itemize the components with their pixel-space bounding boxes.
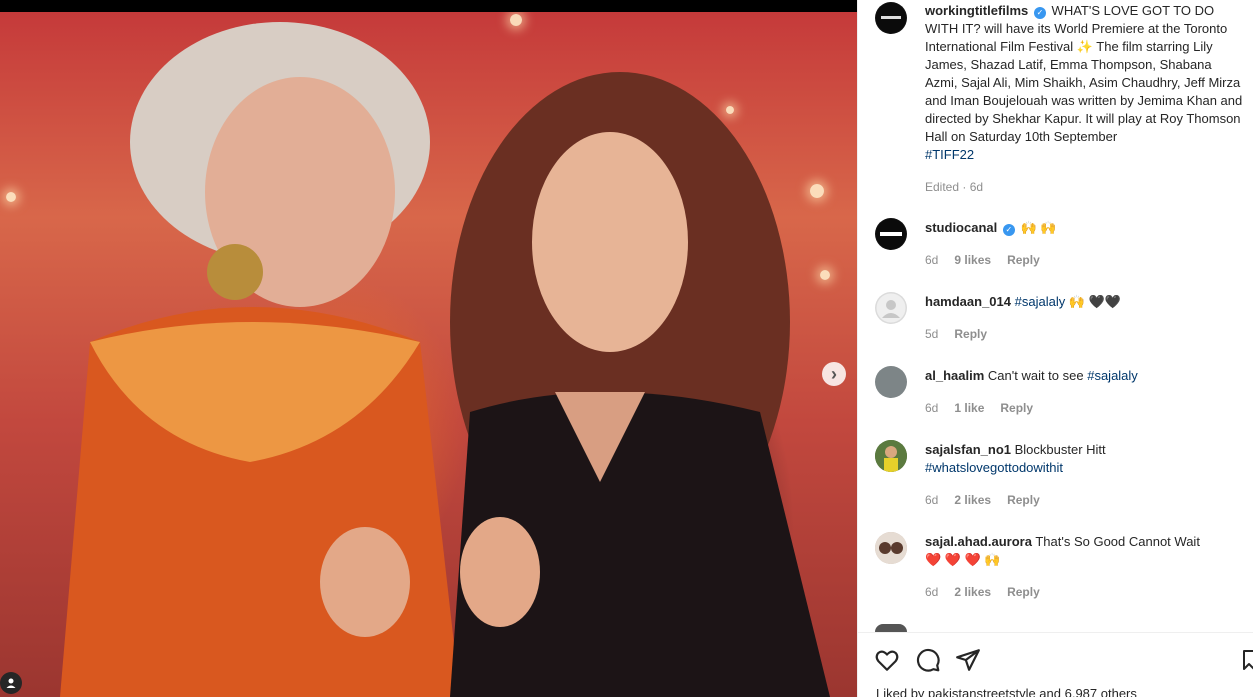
next-image-button[interactable]: › bbox=[822, 362, 846, 386]
comment-icon[interactable] bbox=[915, 647, 941, 673]
comment-meta: 6d 1 like Reply bbox=[925, 401, 1033, 415]
comment-emoji: ❤️ ❤️ ❤️ 🙌 bbox=[925, 552, 1001, 567]
verified-icon: ✓ bbox=[1002, 224, 1015, 236]
avatar[interactable] bbox=[875, 218, 907, 250]
comment-hashtag[interactable]: #whatslovegottodowithit bbox=[925, 460, 1063, 475]
comment-likes[interactable]: 9 likes bbox=[954, 253, 991, 267]
avatar[interactable] bbox=[875, 440, 907, 472]
right-woman-face bbox=[532, 132, 688, 352]
comment-meta: 6d 9 likes Reply bbox=[925, 253, 1040, 267]
comment-username[interactable]: studiocanal bbox=[925, 220, 997, 235]
comment-username[interactable]: al_haalim bbox=[925, 368, 984, 383]
comment-text: Blockbuster Hitt bbox=[1014, 442, 1106, 457]
comment: hamdaan_014 #sajalaly 🙌 🖤🖤 bbox=[925, 293, 1243, 311]
liked-by-label[interactable]: Liked by pakistanstreetstyle and 6,987 o… bbox=[876, 686, 1137, 697]
comment-time: 5d bbox=[925, 327, 939, 341]
caption-text: WHAT'S LOVE GOT TO DO WITH IT? will have… bbox=[925, 3, 1243, 144]
reply-button[interactable]: Reply bbox=[954, 327, 987, 341]
share-icon[interactable] bbox=[955, 647, 981, 673]
comment-meta: 6d 2 likes Reply bbox=[925, 585, 1040, 599]
comment-username[interactable]: hamdaan_014 bbox=[925, 294, 1011, 309]
comment-meta: 5d Reply bbox=[925, 327, 987, 341]
comment-likes[interactable]: 2 likes bbox=[954, 585, 991, 599]
comment-time: 6d bbox=[925, 585, 939, 599]
comments-panel: workingtitlefilms ✓ WHAT'S LOVE GOT TO D… bbox=[857, 0, 1253, 697]
reply-button[interactable]: Reply bbox=[1007, 585, 1040, 599]
comment-text: 🙌 🖤🖤 bbox=[1068, 294, 1122, 309]
photo-figures bbox=[60, 22, 830, 697]
comment-text: 🙌 🙌 bbox=[1020, 220, 1057, 235]
reply-button[interactable]: Reply bbox=[1007, 253, 1040, 267]
avatar[interactable] bbox=[875, 624, 907, 632]
comment: sajalsfan_no1 Blockbuster Hitt #whatslov… bbox=[925, 441, 1243, 477]
reply-button[interactable]: Reply bbox=[1007, 493, 1040, 507]
post-photo[interactable]: › bbox=[0, 12, 857, 697]
verified-icon: ✓ bbox=[1033, 7, 1046, 19]
caption-hashtag[interactable]: #TIFF22 bbox=[925, 147, 974, 162]
caption-edited: Edited · 6d bbox=[925, 180, 984, 194]
top-black-bar bbox=[0, 0, 857, 12]
post-caption: workingtitlefilms ✓ WHAT'S LOVE GOT TO D… bbox=[925, 2, 1245, 164]
user-tag-icon[interactable] bbox=[0, 672, 22, 694]
comment-time: 6d bbox=[925, 401, 939, 415]
comment-time: 6d bbox=[925, 253, 939, 267]
comment-likes[interactable]: 1 like bbox=[954, 401, 984, 415]
comment-text: That's So Good Cannot Wait bbox=[1035, 534, 1200, 549]
comment: al_haalim Can't wait to see #sajalaly bbox=[925, 367, 1243, 385]
comment-meta: 6d 2 likes Reply bbox=[925, 493, 1040, 507]
comment-likes[interactable]: 2 likes bbox=[954, 493, 991, 507]
heart-icon[interactable] bbox=[874, 647, 900, 673]
comment-username[interactable]: sajalsfan_no1 bbox=[925, 442, 1011, 457]
comment-hashtag[interactable]: #sajalaly bbox=[1015, 294, 1066, 309]
avatar[interactable] bbox=[875, 292, 907, 324]
comment-username[interactable]: sajal.ahad.aurora bbox=[925, 534, 1032, 549]
avatar[interactable] bbox=[875, 2, 907, 34]
comment: sajal.ahad.aurora That's So Good Cannot … bbox=[925, 533, 1243, 569]
liked-by-text: Liked by pakistanstreetstyle and 6,987 o… bbox=[876, 686, 1137, 697]
hands bbox=[320, 527, 410, 637]
reply-button[interactable]: Reply bbox=[1000, 401, 1033, 415]
hands bbox=[460, 517, 540, 627]
comment-hashtag[interactable]: #sajalaly bbox=[1087, 368, 1138, 383]
comment-time: 6d bbox=[925, 493, 939, 507]
avatar[interactable] bbox=[875, 366, 907, 398]
comment: studiocanal ✓ 🙌 🙌 bbox=[925, 219, 1243, 237]
bookmark-icon[interactable] bbox=[1242, 647, 1253, 673]
avatar[interactable] bbox=[875, 532, 907, 564]
earring bbox=[207, 244, 263, 300]
caption-username[interactable]: workingtitlefilms bbox=[925, 3, 1028, 18]
comment-text: Can't wait to see bbox=[987, 368, 1084, 383]
